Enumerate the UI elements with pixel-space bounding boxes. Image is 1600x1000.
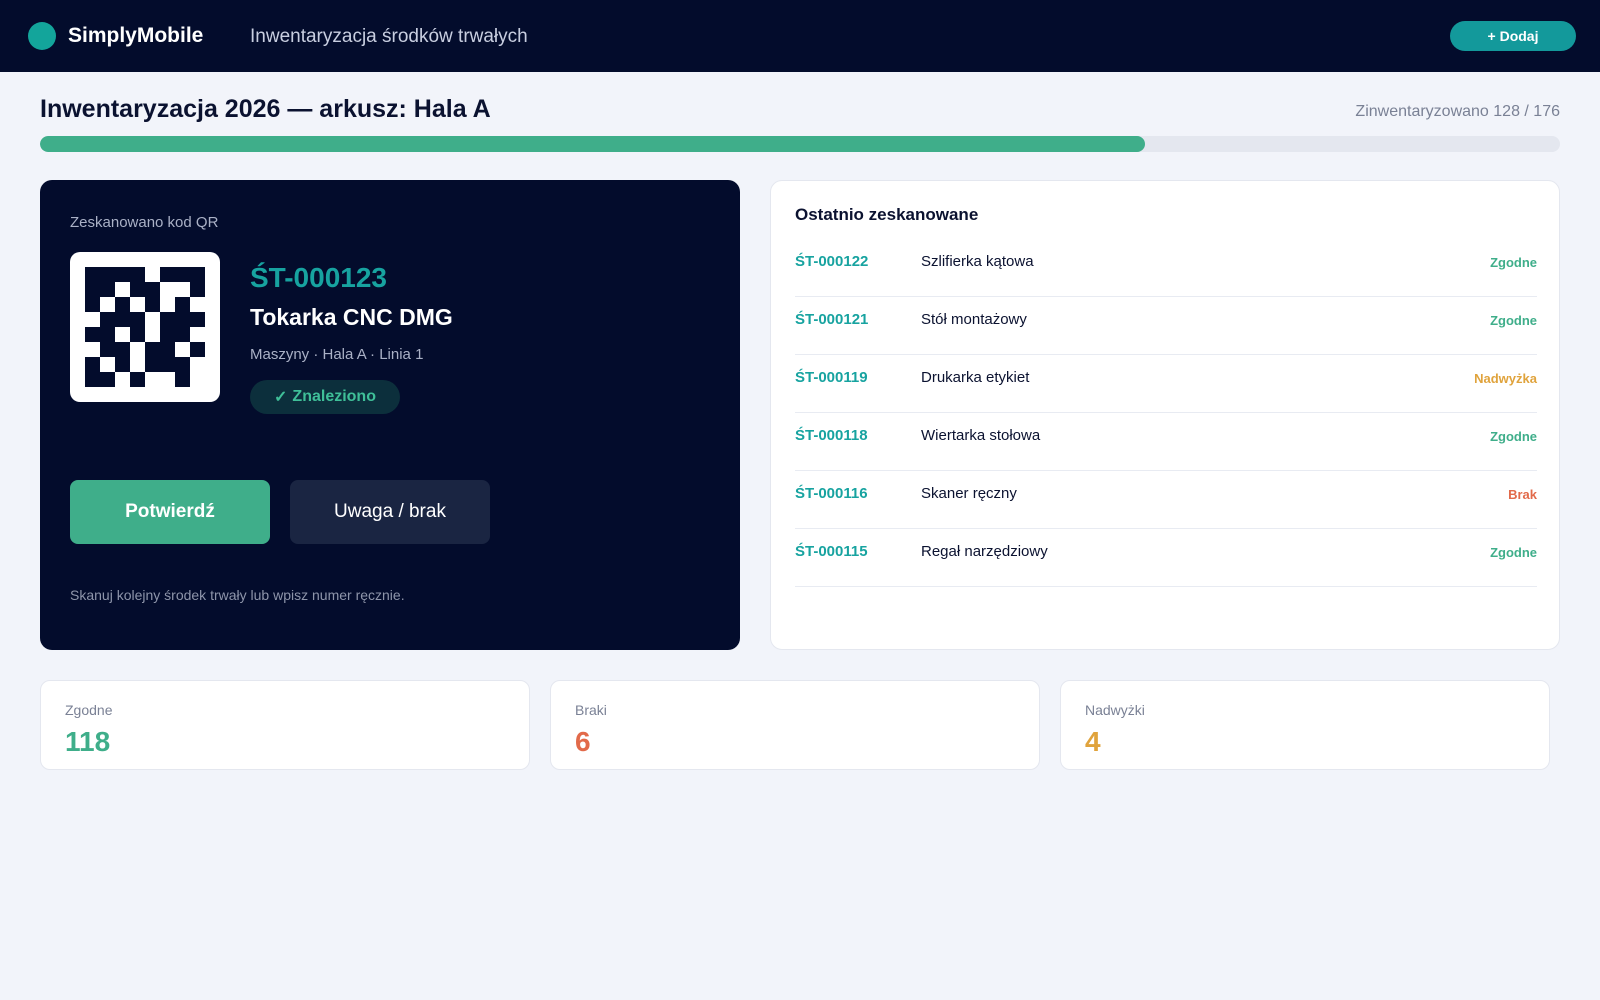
qr-module	[190, 312, 205, 327]
item-id: ŚT-000122	[795, 253, 869, 270]
item-status: Zgodne	[1490, 545, 1537, 560]
list-item[interactable]: ŚT-000119 Drukarka etykiet Nadwyżka	[795, 355, 1537, 413]
qr-module	[130, 282, 145, 297]
logo-icon	[28, 22, 56, 50]
qr-module	[190, 342, 205, 357]
qr-module	[115, 357, 130, 372]
qr-module	[85, 357, 100, 372]
item-id: ŚT-000121	[795, 311, 869, 328]
app-subtitle: Inwentaryzacja środków trwałych	[250, 26, 528, 47]
qr-module	[115, 342, 130, 357]
stat-value: 4	[1085, 726, 1101, 757]
qr-module	[160, 312, 175, 327]
stat-value: 6	[575, 726, 591, 757]
item-name: Regał narzędziowy	[921, 543, 1048, 560]
qr-module	[85, 267, 100, 282]
item-status: Brak	[1508, 487, 1537, 502]
scan-hint: Skanuj kolejny środek trwały lub wpisz n…	[70, 587, 405, 603]
qr-module	[145, 342, 160, 357]
qr-module	[115, 297, 130, 312]
list-item[interactable]: ŚT-000122 Szlifierka kątowa Zgodne	[795, 239, 1537, 297]
status-badge-label: Znaleziono	[292, 388, 376, 405]
stat-card-matched: Zgodne 118	[40, 680, 530, 770]
asset-meta: Maszyny · Hala A · Linia 1	[250, 346, 424, 363]
scan-label: Zeskanowano kod QR	[70, 214, 219, 231]
qr-module	[145, 282, 160, 297]
qr-module	[130, 372, 145, 387]
progress-count: Zinwentaryzowano 128 / 176	[1355, 103, 1560, 120]
qr-module	[100, 372, 115, 387]
report-missing-button[interactable]: Uwaga / brak	[290, 480, 490, 544]
confirm-button[interactable]: Potwierdź	[70, 480, 270, 544]
qr-module	[115, 267, 130, 282]
qr-module	[85, 282, 100, 297]
qr-module	[85, 372, 100, 387]
top-bar: SimplyMobile Inwentaryzacja środków trwa…	[0, 0, 1600, 72]
qr-module	[130, 312, 145, 327]
qr-module	[160, 342, 175, 357]
item-status: Nadwyżka	[1474, 371, 1537, 386]
stat-card-missing: Braki 6	[550, 680, 1040, 770]
list-item[interactable]: ŚT-000115 Regał narzędziowy Zgodne	[795, 529, 1537, 587]
check-icon: ✓	[274, 389, 288, 406]
qr-code-pattern	[85, 267, 205, 387]
item-name: Wiertarka stołowa	[921, 427, 1041, 444]
item-status: Zgodne	[1490, 255, 1537, 270]
stat-card-surplus: Nadwyżki 4	[1060, 680, 1550, 770]
qr-module	[100, 312, 115, 327]
qr-module	[145, 297, 160, 312]
qr-module	[100, 342, 115, 357]
scan-result-card: Zeskanowano kod QR ŚT-000123 Tokarka CNC…	[40, 180, 740, 650]
qr-module	[115, 312, 130, 327]
item-status: Zgodne	[1490, 313, 1537, 328]
qr-module	[175, 267, 190, 282]
qr-module	[145, 357, 160, 372]
stat-value: 118	[65, 726, 111, 757]
recent-scans-list: ŚT-000122 Szlifierka kątowa Zgodne ŚT-00…	[795, 239, 1537, 587]
qr-module	[130, 327, 145, 342]
item-name: Szlifierka kątowa	[921, 253, 1034, 270]
qr-module	[175, 297, 190, 312]
qr-module	[175, 312, 190, 327]
brand-name: SimplyMobile	[68, 24, 204, 47]
item-name: Skaner ręczny	[921, 485, 1017, 502]
qr-module	[160, 327, 175, 342]
progress-bar	[40, 136, 1560, 152]
qr-module	[160, 357, 175, 372]
item-name: Stół montażowy	[921, 311, 1027, 328]
qr-module	[85, 297, 100, 312]
recent-scans-panel: Ostatnio zeskanowane ŚT-000122 Szlifierk…	[770, 180, 1560, 650]
stat-label: Braki	[575, 702, 607, 718]
stat-label: Nadwyżki	[1085, 702, 1145, 718]
qr-module	[175, 327, 190, 342]
item-id: ŚT-000116	[795, 485, 868, 502]
qr-module	[190, 282, 205, 297]
qr-module	[100, 327, 115, 342]
qr-module	[175, 357, 190, 372]
qr-module	[190, 267, 205, 282]
list-item[interactable]: ŚT-000118 Wiertarka stołowa Zgodne	[795, 413, 1537, 471]
list-item[interactable]: ŚT-000121 Stół montażowy Zgodne	[795, 297, 1537, 355]
qr-code-icon	[70, 252, 220, 402]
qr-module	[100, 267, 115, 282]
status-badge: ✓ Znaleziono	[250, 380, 400, 414]
item-name: Drukarka etykiet	[921, 369, 1030, 386]
qr-module	[160, 267, 175, 282]
asset-id: ŚT-000123	[250, 262, 387, 293]
item-id: ŚT-000118	[795, 427, 868, 444]
item-id: ŚT-000119	[795, 369, 868, 386]
item-id: ŚT-000115	[795, 543, 868, 560]
qr-module	[130, 267, 145, 282]
list-item[interactable]: ŚT-000116 Skaner ręczny Brak	[795, 471, 1537, 529]
page-title: Inwentaryzacja 2026 — arkusz: Hala A	[40, 95, 491, 123]
qr-module	[100, 282, 115, 297]
stat-label: Zgodne	[65, 702, 113, 718]
recent-scans-title: Ostatnio zeskanowane	[795, 205, 979, 224]
qr-module	[175, 372, 190, 387]
qr-module	[85, 327, 100, 342]
asset-name: Tokarka CNC DMG	[250, 304, 453, 330]
item-status: Zgodne	[1490, 429, 1537, 444]
progress-fill	[40, 136, 1146, 152]
add-button[interactable]: + Dodaj	[1450, 21, 1576, 51]
